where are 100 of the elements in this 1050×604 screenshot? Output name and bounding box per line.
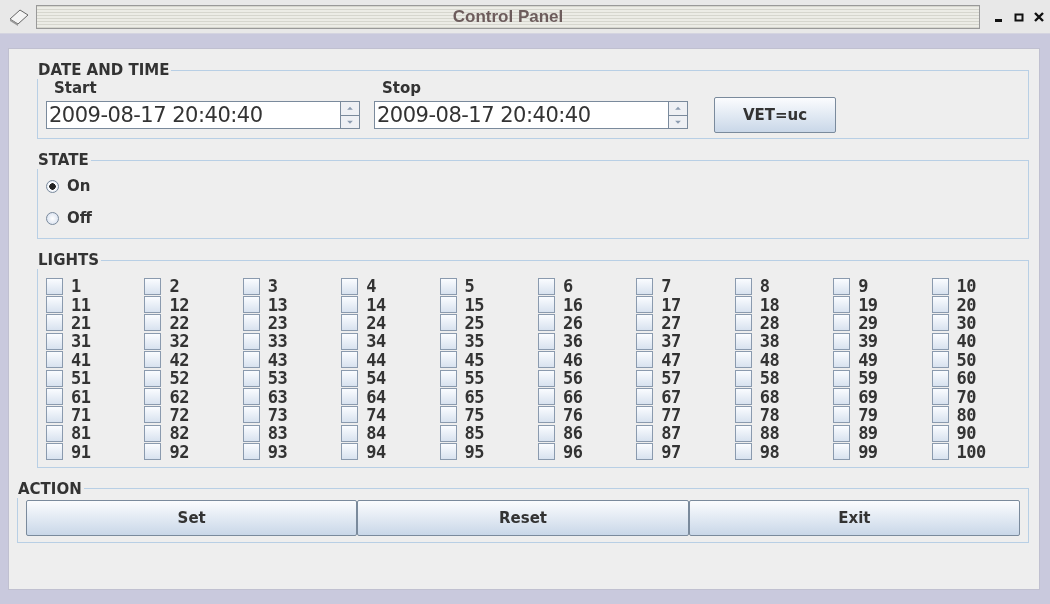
checkbox[interactable] [833,332,851,350]
action-button[interactable]: Exit [688,499,1020,536]
checkbox[interactable] [144,406,162,424]
checkbox[interactable] [636,369,654,387]
checkbox[interactable] [242,443,260,461]
checkbox[interactable] [144,424,162,442]
checkbox[interactable] [734,296,752,314]
checkbox[interactable] [341,424,359,442]
checkbox[interactable] [537,369,555,387]
checkbox[interactable] [439,314,457,332]
checkbox[interactable] [734,277,752,295]
checkbox[interactable] [931,388,949,406]
checkbox[interactable] [537,314,555,332]
checkbox[interactable] [537,443,555,461]
checkbox[interactable] [734,369,752,387]
date-spinner[interactable]: 2009-08-17 20:40:40 [374,101,688,129]
checkbox[interactable] [341,277,359,295]
checkbox[interactable] [439,332,457,350]
checkbox[interactable] [439,351,457,369]
checkbox[interactable] [439,296,457,314]
checkbox[interactable] [537,332,555,350]
checkbox[interactable] [931,314,949,332]
checkbox[interactable] [931,424,949,442]
checkbox[interactable] [144,443,162,461]
checkbox[interactable] [734,406,752,424]
action-button[interactable]: Set [26,499,358,536]
radio-button[interactable] [46,179,59,193]
checkbox[interactable] [144,388,162,406]
checkbox[interactable] [833,296,851,314]
close-icon[interactable] [1034,11,1044,22]
checkbox[interactable] [341,332,359,350]
checkbox[interactable] [833,406,851,424]
checkbox[interactable] [833,351,851,369]
checkbox[interactable] [734,424,752,442]
checkbox[interactable] [833,314,851,332]
action-button[interactable]: Reset [357,499,689,536]
checkbox[interactable] [242,314,260,332]
checkbox[interactable] [144,314,162,332]
checkbox[interactable] [341,388,359,406]
checkbox[interactable] [931,406,949,424]
checkbox[interactable] [242,277,260,295]
checkbox[interactable] [636,443,654,461]
checkbox[interactable] [242,424,260,442]
checkbox[interactable] [636,277,654,295]
checkbox[interactable] [931,369,949,387]
checkbox[interactable] [46,314,63,332]
checkbox[interactable] [341,369,359,387]
checkbox[interactable] [46,406,63,424]
checkbox[interactable] [833,277,851,295]
checkbox[interactable] [46,296,63,314]
checkbox[interactable] [537,388,555,406]
checkbox[interactable] [734,388,752,406]
checkbox[interactable] [46,388,63,406]
checkbox[interactable] [46,369,63,387]
checkbox[interactable] [242,369,260,387]
checkbox[interactable] [931,351,949,369]
checkbox[interactable] [734,332,752,350]
checkbox[interactable] [46,424,63,442]
checkbox[interactable] [439,388,457,406]
checkbox[interactable] [341,296,359,314]
radio-button[interactable] [46,211,59,225]
checkbox[interactable] [439,424,457,442]
checkbox[interactable] [636,351,654,369]
checkbox[interactable] [636,388,654,406]
checkbox[interactable] [931,332,949,350]
checkbox[interactable] [46,332,63,350]
checkbox[interactable] [144,369,162,387]
checkbox[interactable] [439,369,457,387]
checkbox[interactable] [833,424,851,442]
checkbox[interactable] [242,296,260,314]
date-spinner[interactable]: 2009-08-17 20:40:40 [46,101,360,129]
checkbox[interactable] [439,406,457,424]
checkbox[interactable] [931,443,949,461]
checkbox[interactable] [537,351,555,369]
checkbox[interactable] [341,443,359,461]
checkbox[interactable] [931,277,949,295]
checkbox[interactable] [734,351,752,369]
checkbox[interactable] [537,296,555,314]
checkbox[interactable] [341,406,359,424]
checkbox[interactable] [931,296,949,314]
checkbox[interactable] [46,443,63,461]
checkbox[interactable] [636,296,654,314]
checkbox[interactable] [144,351,162,369]
checkbox[interactable] [636,314,654,332]
checkbox[interactable] [439,277,457,295]
checkbox[interactable] [636,424,654,442]
checkbox[interactable] [144,332,162,350]
checkbox[interactable] [242,406,260,424]
checkbox[interactable] [734,443,752,461]
checkbox[interactable] [833,369,851,387]
checkbox[interactable] [144,277,162,295]
maximize-icon[interactable] [1014,11,1024,22]
checkbox[interactable] [537,277,555,295]
checkbox[interactable] [242,332,260,350]
checkbox[interactable] [734,314,752,332]
checkbox[interactable] [833,443,851,461]
checkbox[interactable] [341,314,359,332]
checkbox[interactable] [537,424,555,442]
checkbox[interactable] [46,351,63,369]
checkbox[interactable] [46,277,63,295]
